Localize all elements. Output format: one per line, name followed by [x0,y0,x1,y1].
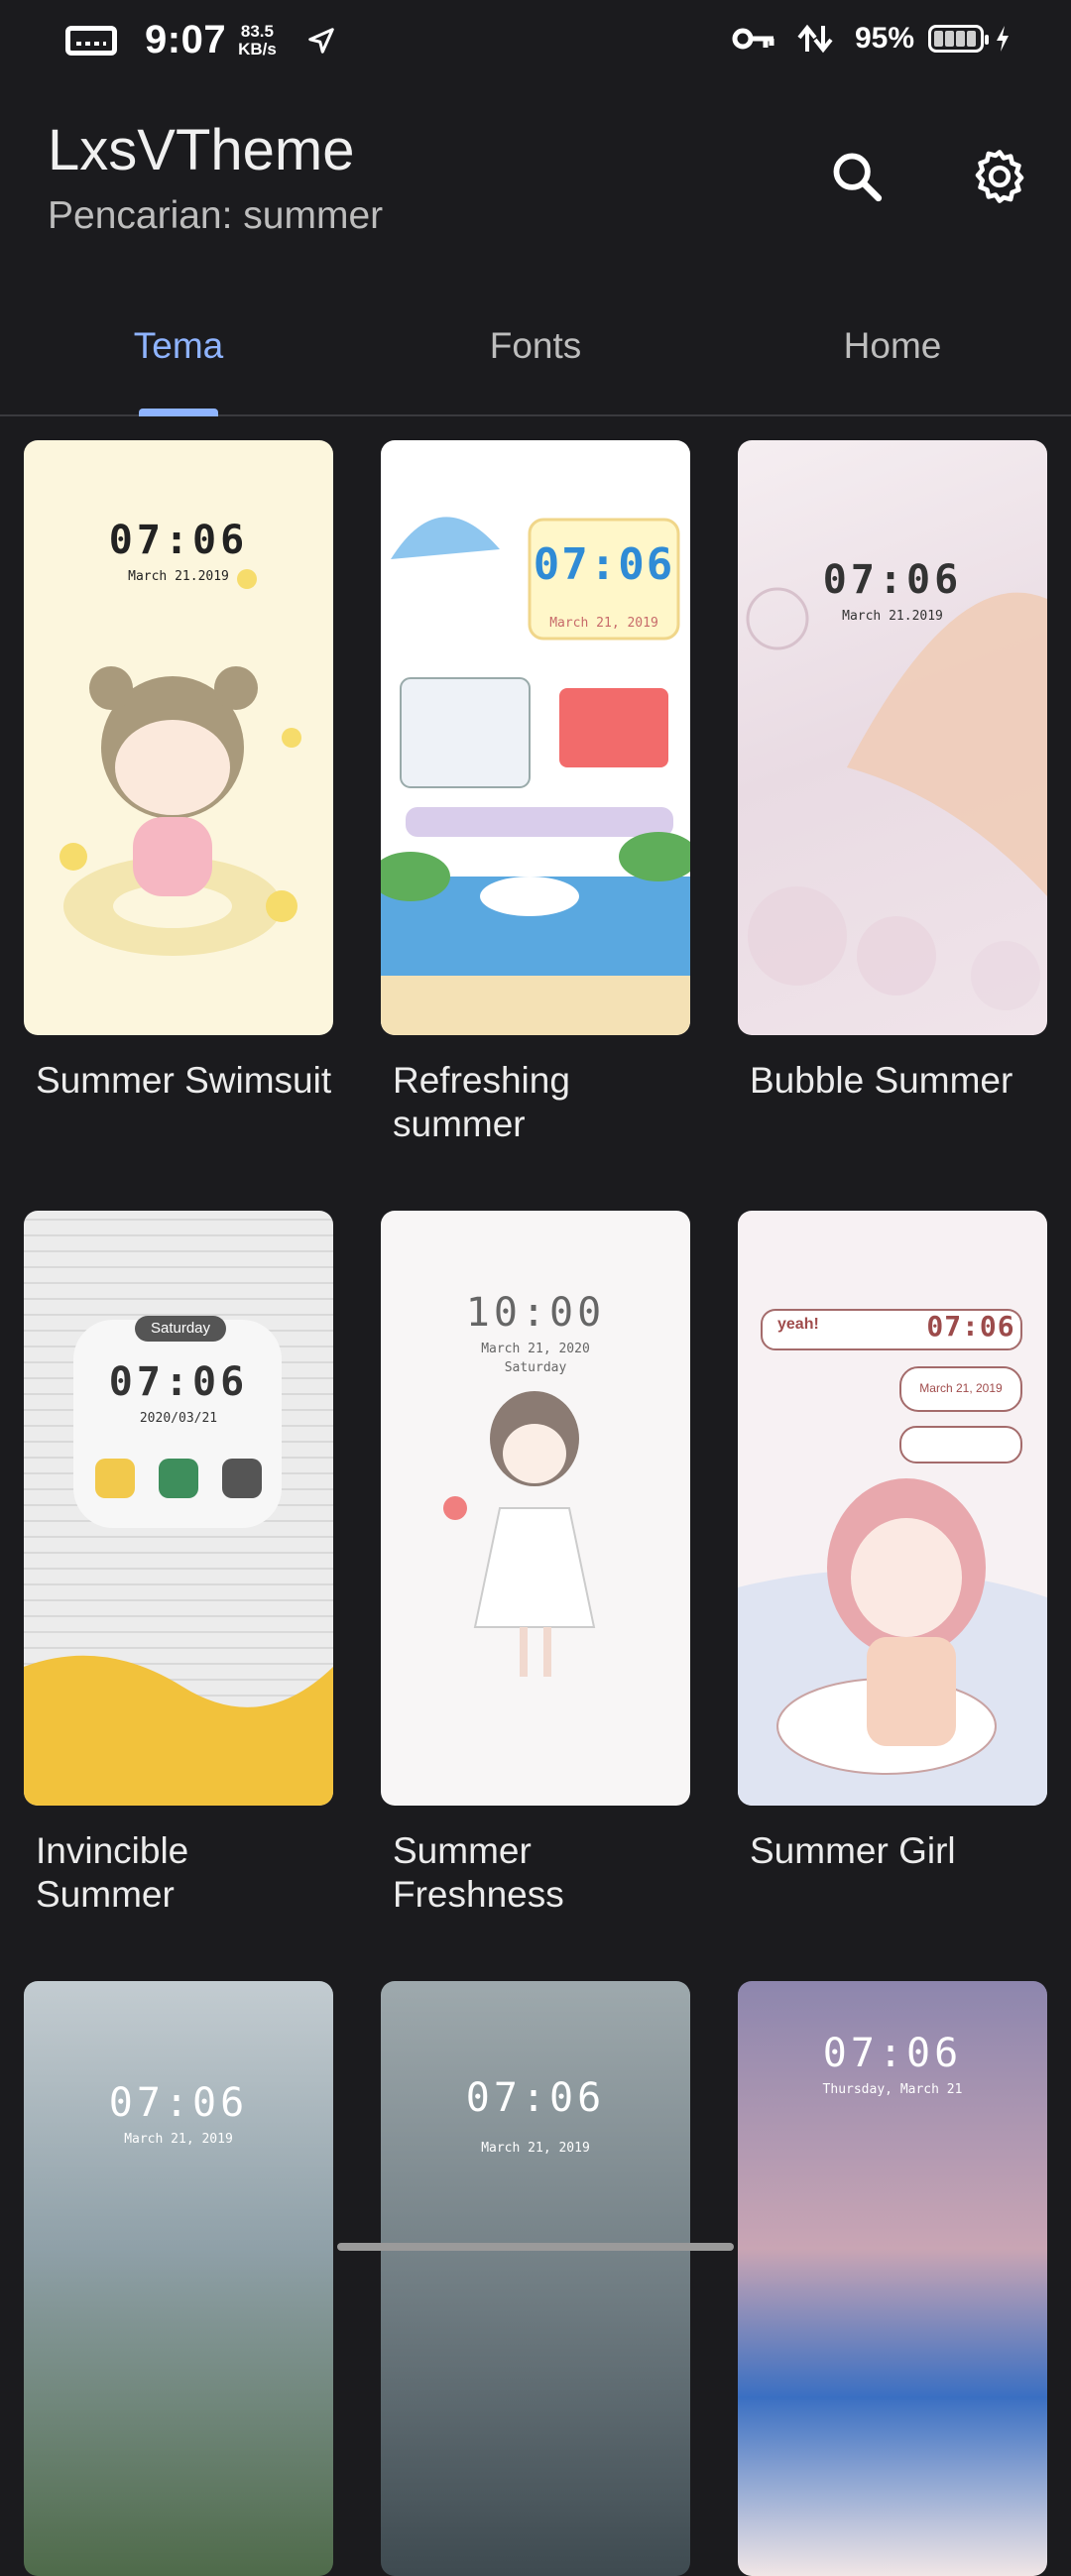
theme-thumbnail[interactable]: 07:06 March 21, 2019 [381,440,690,1035]
theme-thumbnail[interactable]: yeah! 07:06 March 21, 2019 [738,1211,1047,1806]
search-icon [833,153,883,202]
theme-title: Summer Girl [750,1830,956,1871]
theme-thumbnail[interactable]: 10:00 March 21, 2020 Saturday [381,1211,690,1806]
umbrella-illustration [746,587,1047,1010]
gear-icon [975,150,1024,203]
theme-thumbnail[interactable]: 07:06 Thursday, March 21 [738,1981,1047,2576]
theme-card-8[interactable]: 07:06 March 21, 2019 [381,1981,690,2576]
theme-title: Invincible Summer [36,1830,189,1915]
girl-illustration [60,569,301,956]
theme-card-9[interactable]: 07:06 Thursday, March 21 [738,1981,1047,2576]
network-speed-value: 83.5 [240,21,274,41]
preview-date: March 21, 2019 [549,616,658,631]
girl-illustration [738,1309,1047,1806]
tab-bar: Tema Fonts Home [0,290,1071,416]
theme-title: Summer Swimsuit [36,1060,332,1101]
theme-card-invincible-summer[interactable]: Saturday 07:06 2020/03/21 Invincible Sum… [24,1211,333,1917]
gesture-navigation-bar[interactable] [337,2243,734,2251]
theme-title: Bubble Summer [750,1060,1013,1101]
theme-card-7[interactable]: 07:06 March 21, 2019 [24,1981,333,2576]
app-title: LxsVTheme [48,118,355,182]
preview-clock: 07:06 [108,2080,249,2126]
charging-icon [997,26,1009,52]
preview-date: March 21, 2019 [919,1381,1003,1395]
preview-clock: 07:06 [533,539,675,590]
data-transfer-icon [797,24,833,54]
theme-card-refreshing-summer[interactable]: 07:06 March 21, 2019 Refreshing summer [381,440,690,1146]
search-query-subtitle: Pencarian: summer [48,194,384,237]
beach-illustration [381,517,690,1035]
theme-title: Refreshing summer [393,1060,570,1144]
app-icons-preview [24,1459,333,1806]
girl-illustration [443,1391,596,1677]
tab-home[interactable]: Home [714,325,1071,367]
network-speed: 83.5 KB/s [238,21,277,59]
status-time: 9:07 [145,18,227,61]
battery-percent: 95% [854,22,914,55]
status-bar: 9:07 83.5 KB/s 95% [0,0,1071,83]
keyboard-icon [65,25,117,56]
theme-card-summer-swimsuit[interactable]: 07:06 March 21.2019 Summer Swimsuit [24,440,333,1103]
theme-thumbnail[interactable]: 07:06 March 21, 2019 [381,1981,690,2576]
preview-clock: 07:06 [822,2031,963,2076]
theme-thumbnail[interactable]: 07:06 March 21.2019 [24,440,333,1035]
preview-clock: 07:06 [465,2075,606,2121]
active-tab-indicator [139,409,218,416]
theme-title: Summer Freshness [393,1830,564,1915]
tab-fonts[interactable]: Fonts [357,325,714,367]
settings-button[interactable] [964,141,1035,212]
location-arrow-icon [308,27,334,54]
preview-date: March 21.2019 [842,609,943,624]
battery-icon [928,25,989,53]
search-button[interactable] [821,141,892,212]
theme-thumbnail[interactable]: 07:06 March 21.2019 [738,440,1047,1035]
preview-date: March 21, 2019 [124,2132,233,2147]
theme-thumbnail[interactable]: 07:06 March 21, 2019 [24,1981,333,2576]
preview-greeting: yeah! [777,1316,819,1333]
preview-date: March 21, 2019 [481,2141,590,2156]
theme-card-summer-girl[interactable]: yeah! 07:06 March 21, 2019 Summer Girl [738,1211,1047,1873]
preview-clock: 07:06 [926,1310,1015,1343]
theme-card-bubble-summer[interactable]: 07:06 March 21.2019 Bubble Summer [738,440,1047,1103]
theme-thumbnail[interactable]: Saturday 07:06 2020/03/21 [24,1211,333,1806]
network-speed-unit: KB/s [238,39,277,59]
theme-card-summer-freshness[interactable]: 10:00 March 21, 2020 Saturday Summer Fre… [381,1211,690,1917]
vpn-key-icon [732,28,774,50]
tab-tema[interactable]: Tema [0,325,357,367]
preview-date: Thursday, March 21 [822,2082,963,2097]
preview-clock: 07:06 [822,557,963,603]
